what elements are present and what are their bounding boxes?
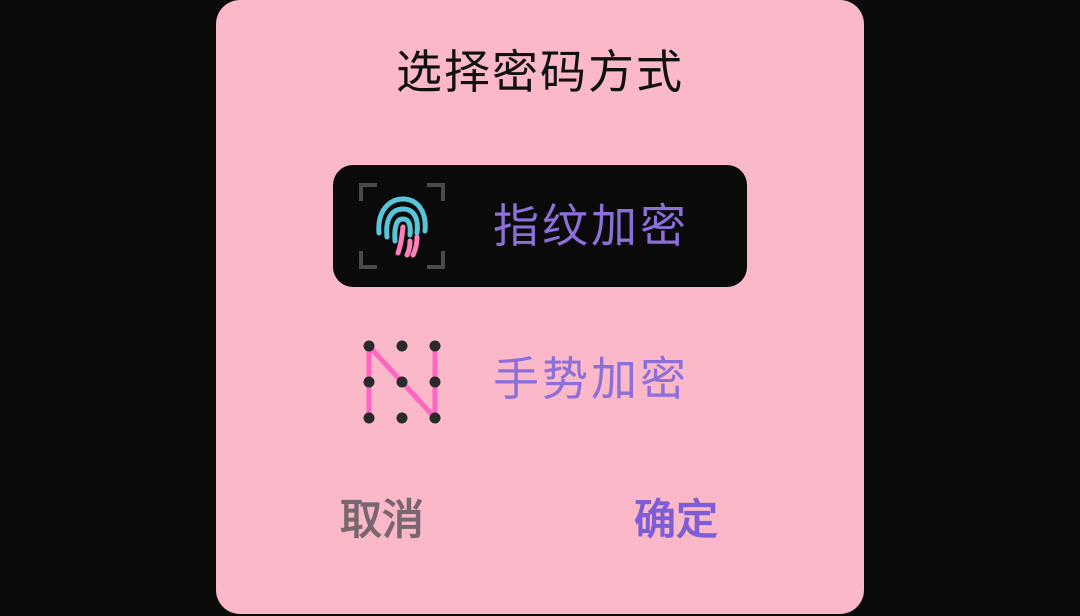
cancel-button[interactable]: 取消 — [340, 490, 424, 550]
screen-backdrop: 选择密码方式 指纹加密 手势加密 取消 确定 — [0, 0, 1080, 616]
option-gesture[interactable]: 手势加密 — [333, 318, 747, 440]
dialog-title: 选择密码方式 — [396, 45, 684, 99]
gesture-pattern-icon — [357, 334, 447, 424]
option-fingerprint-label: 指纹加密 — [493, 199, 689, 253]
fingerprint-icon — [357, 181, 447, 271]
option-gesture-label: 手势加密 — [493, 352, 689, 406]
confirm-button[interactable]: 确定 — [634, 490, 718, 550]
option-fingerprint[interactable]: 指纹加密 — [333, 165, 747, 287]
password-method-dialog: 选择密码方式 指纹加密 手势加密 取消 确定 — [216, 0, 864, 614]
